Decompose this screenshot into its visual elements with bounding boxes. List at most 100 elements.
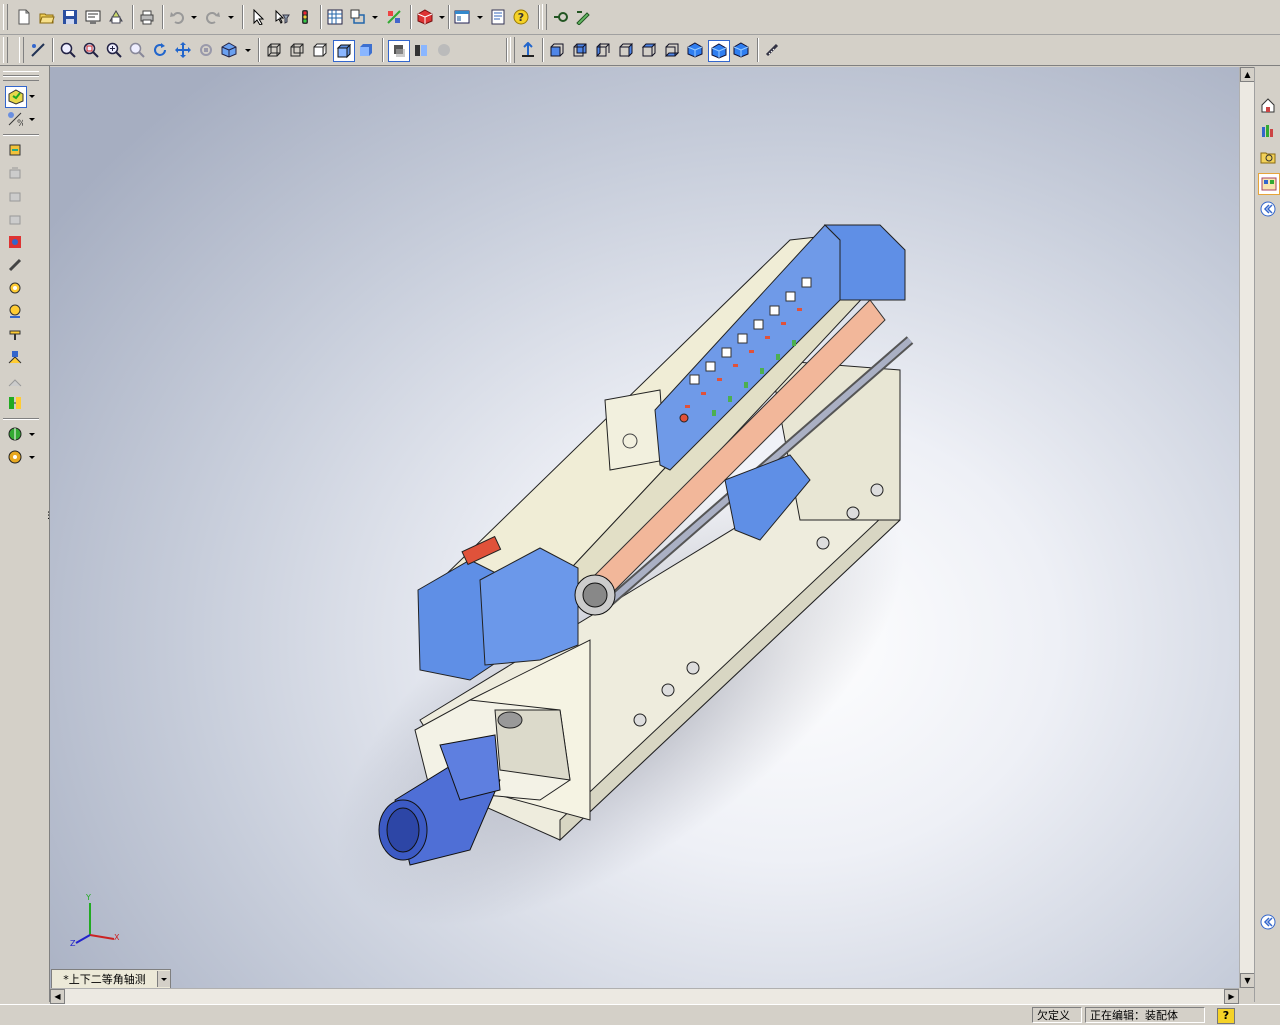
- redo-dropdown[interactable]: [227, 7, 235, 27]
- bottom-view-icon[interactable]: [662, 40, 682, 60]
- collapse-icon[interactable]: [1258, 199, 1278, 219]
- zoom-area-icon[interactable]: [81, 40, 101, 60]
- macro-run-icon[interactable]: [550, 7, 570, 27]
- undo-dropdown[interactable]: [190, 7, 198, 27]
- measure-icon[interactable]: [762, 40, 782, 60]
- view-palette-icon[interactable]: [452, 7, 472, 27]
- zoom-to-fit-icon[interactable]: [58, 40, 78, 60]
- interference-check-icon[interactable]: [5, 347, 25, 367]
- machine-assembly-model[interactable]: [50, 67, 1239, 988]
- hide-show-icon[interactable]: [5, 186, 25, 206]
- realview-icon[interactable]: [434, 40, 454, 60]
- dimetric-icon[interactable]: [708, 40, 730, 62]
- hidden-lines-removed-icon[interactable]: [310, 40, 330, 60]
- normal-to-icon[interactable]: [518, 40, 538, 60]
- new-part-icon[interactable]: [5, 140, 25, 160]
- vertical-scrollbar[interactable]: ▲ ▼: [1239, 67, 1255, 988]
- separator: [52, 38, 54, 62]
- status-help-icon[interactable]: ?: [1217, 1008, 1235, 1024]
- edit-component-icon[interactable]: [384, 7, 404, 27]
- view-palette-dropdown[interactable]: [476, 7, 484, 27]
- move-component-icon[interactable]: [5, 232, 25, 252]
- toolbar-grip[interactable]: [542, 4, 547, 30]
- scroll-left-button[interactable]: ◀: [50, 989, 65, 1004]
- toolbar-grip[interactable]: [3, 37, 8, 63]
- appearance-cube-icon[interactable]: [415, 7, 435, 27]
- appearance-dropdown[interactable]: [438, 7, 446, 27]
- smart-fasteners-icon[interactable]: [5, 278, 25, 298]
- view-palette-icon[interactable]: [1258, 173, 1280, 195]
- open-folder-icon[interactable]: [37, 7, 57, 27]
- select-arrow-icon[interactable]: [249, 7, 269, 27]
- horizontal-scrollbar[interactable]: ◀ ▶: [50, 988, 1239, 1004]
- roll-view-icon[interactable]: [196, 40, 216, 60]
- redo-icon[interactable]: [202, 7, 222, 27]
- undo-icon[interactable]: [168, 7, 188, 27]
- sketch-icon[interactable]: [28, 40, 48, 60]
- right-view-icon[interactable]: [616, 40, 636, 60]
- rotate-component-icon[interactable]: [5, 255, 25, 275]
- assembly-options-icon[interactable]: [348, 7, 368, 27]
- design-library-icon[interactable]: [1258, 121, 1278, 141]
- grid-options-icon[interactable]: [325, 7, 345, 27]
- assembly-features-icon[interactable]: [5, 370, 25, 390]
- expand-icon[interactable]: [1258, 912, 1278, 932]
- scroll-down-button[interactable]: ▼: [1240, 973, 1255, 988]
- toolbar-grip[interactable]: [3, 4, 8, 30]
- wireframe-icon[interactable]: [264, 40, 284, 60]
- shadows-icon[interactable]: [388, 40, 410, 62]
- hidden-lines-visible-icon[interactable]: [287, 40, 307, 60]
- zoom-in-out-icon[interactable]: [104, 40, 124, 60]
- reference-geometry-dropdown[interactable]: [28, 424, 36, 444]
- view-orientation-dropdown[interactable]: [244, 40, 252, 60]
- motion-study-icon[interactable]: [5, 447, 25, 467]
- view-orientation-select[interactable]: *上下二等角轴测: [51, 969, 171, 989]
- insert-component-icon[interactable]: [5, 86, 27, 108]
- new-document-icon[interactable]: [14, 7, 34, 27]
- reference-geometry-icon[interactable]: [5, 424, 25, 444]
- toolbar-grip[interactable]: [510, 37, 515, 63]
- cm-grip[interactable]: [3, 76, 39, 81]
- new-assembly-icon[interactable]: [5, 163, 25, 183]
- make-drawing-icon[interactable]: [106, 7, 126, 27]
- back-view-icon[interactable]: [570, 40, 590, 60]
- print-icon[interactable]: [137, 7, 157, 27]
- toolbar-grip[interactable]: [19, 37, 24, 63]
- rotate-view-icon[interactable]: [150, 40, 170, 60]
- explode-line-icon[interactable]: [5, 324, 25, 344]
- trimetric-icon[interactable]: [731, 40, 751, 60]
- view-toolbar: [0, 35, 1280, 66]
- pan-icon[interactable]: [173, 40, 193, 60]
- select-filter-icon[interactable]: [272, 7, 292, 27]
- scroll-right-button[interactable]: ▶: [1224, 989, 1239, 1004]
- zoom-selection-icon[interactable]: [127, 40, 147, 60]
- component-pattern-icon[interactable]: [5, 209, 25, 229]
- shaded-with-edges-icon[interactable]: [333, 40, 355, 62]
- view-orientation-icon[interactable]: [219, 40, 239, 60]
- section-view-icon[interactable]: [411, 40, 431, 60]
- explode-view-icon[interactable]: [5, 301, 25, 321]
- mate-icon[interactable]: %: [5, 109, 25, 129]
- properties-icon[interactable]: [488, 7, 508, 27]
- top-view-icon[interactable]: [639, 40, 659, 60]
- macro-edit-icon[interactable]: [573, 7, 593, 27]
- front-view-icon[interactable]: [547, 40, 567, 60]
- scroll-up-button[interactable]: ▲: [1240, 67, 1255, 82]
- isometric-icon[interactable]: [685, 40, 705, 60]
- rebuild-traffic-light-icon[interactable]: [295, 7, 315, 27]
- print-options-icon[interactable]: [83, 7, 103, 27]
- view-orientation-select-arrow[interactable]: [157, 971, 170, 987]
- help-question-icon[interactable]: ?: [511, 7, 531, 27]
- graphics-area[interactable]: Y X Z: [50, 67, 1239, 988]
- mate-dropdown[interactable]: [28, 109, 36, 129]
- left-view-icon[interactable]: [593, 40, 613, 60]
- save-icon[interactable]: [60, 7, 80, 27]
- home-icon[interactable]: [1258, 95, 1278, 115]
- shaded-icon[interactable]: [356, 40, 376, 60]
- simulation-icon[interactable]: [5, 393, 25, 413]
- insert-component-dropdown[interactable]: [28, 86, 36, 106]
- splitter-handle[interactable]: ⋮: [44, 512, 53, 533]
- motion-study-dropdown[interactable]: [28, 447, 36, 467]
- file-explorer-icon[interactable]: [1258, 147, 1278, 167]
- assembly-options-dropdown[interactable]: [371, 7, 379, 27]
